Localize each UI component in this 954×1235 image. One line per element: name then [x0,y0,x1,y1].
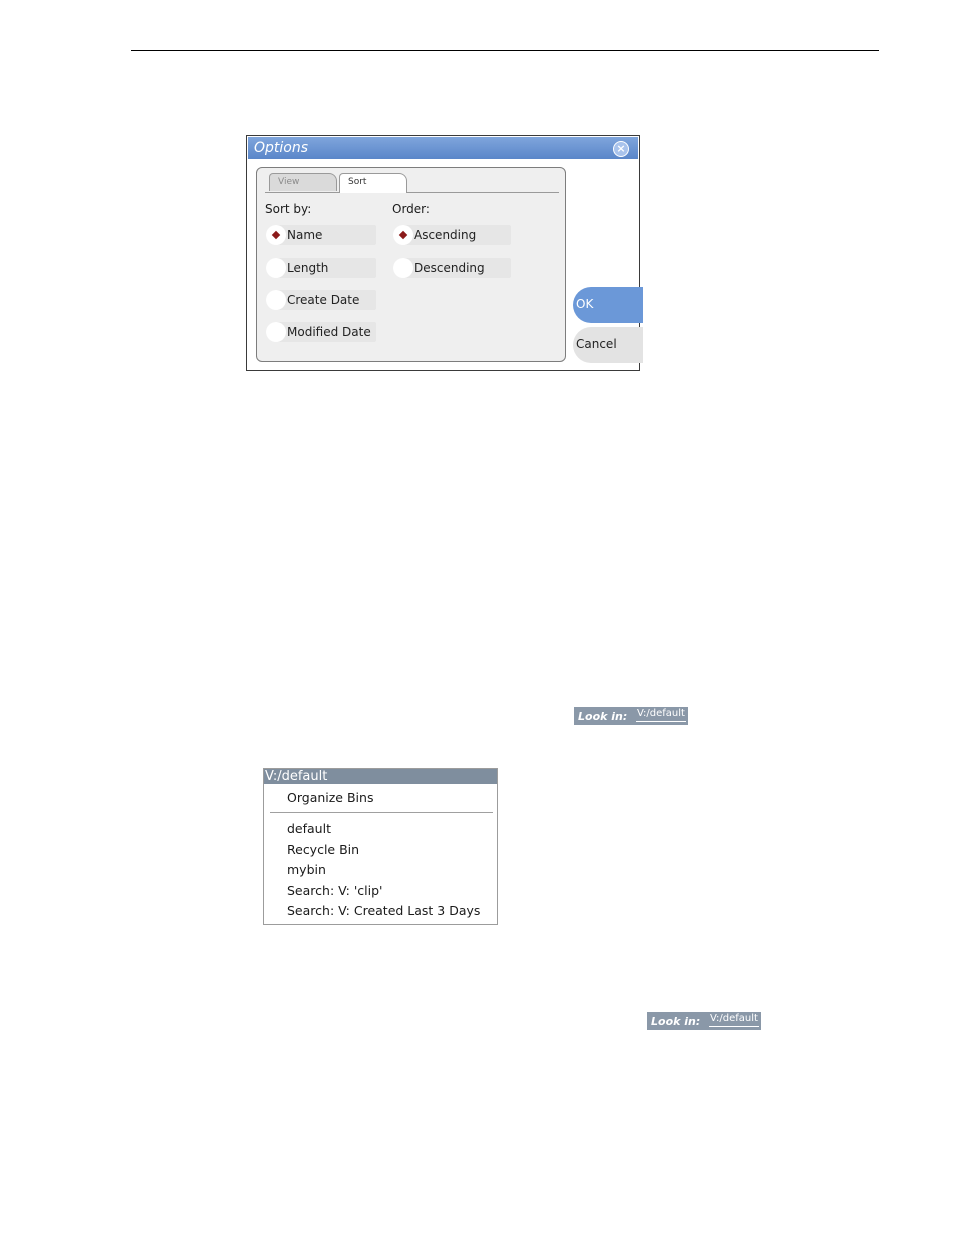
radio-icon[interactable] [266,258,286,278]
menu-separator [270,812,493,813]
radio-icon[interactable] [266,322,286,342]
radio-icon[interactable] [266,290,286,310]
option-label: Length [287,261,329,275]
ok-button[interactable]: OK [573,287,643,323]
option-label: Descending [414,261,485,275]
dialog-title: Options [254,140,309,156]
options-panel: View Sort Sort by: Order: Name Length Cr… [256,167,566,362]
sort-create-date-option[interactable]: Create Date [266,290,376,310]
menu-item-search-clip[interactable]: Search: V: 'clip' [287,883,382,898]
order-descending-option[interactable]: Descending [393,258,511,278]
order-ascending-option[interactable]: Ascending [393,225,511,245]
look-in-value[interactable]: V:/default [710,1013,758,1024]
menu-item-default[interactable]: default [287,821,331,836]
tab-strip: View Sort [265,173,559,193]
option-label: Ascending [414,228,477,242]
bin-dropdown-menu: V:/default Organize Bins default Recycle… [263,768,498,925]
option-label: Create Date [287,293,360,307]
cancel-button[interactable]: Cancel [573,327,643,363]
look-in-dropdown[interactable]: Look in: V:/default [574,707,688,725]
bin-menu-header[interactable]: V:/default [264,769,497,784]
sort-by-label: Sort by: [265,202,312,216]
option-label: Name [287,228,323,242]
menu-item-organize-bins[interactable]: Organize Bins [287,790,373,805]
menu-item-search-created-last-3-days[interactable]: Search: V: Created Last 3 Days [287,903,480,918]
look-in-underline [709,1026,759,1027]
options-dialog: Options × View Sort Sort by: Order: Name… [246,135,643,371]
order-label: Order: [392,202,430,216]
look-in-value[interactable]: V:/default [637,708,685,719]
page-header-rule [131,50,879,51]
radio-icon[interactable] [393,258,413,278]
look-in-label: Look in: [578,710,628,723]
close-icon[interactable]: × [613,141,629,157]
radio-selected-icon[interactable] [393,225,413,245]
tab-view[interactable]: View [269,173,337,191]
menu-item-mybin[interactable]: mybin [287,862,326,877]
look-in-dropdown[interactable]: Look in: V:/default [647,1012,761,1030]
sort-modified-date-option[interactable]: Modified Date [266,322,376,342]
tab-sort[interactable]: Sort [339,173,407,193]
dialog-title-bar: Options × [248,137,638,159]
sort-name-option[interactable]: Name [266,225,376,245]
look-in-label: Look in: [651,1015,701,1028]
radio-selected-icon[interactable] [266,225,286,245]
sort-length-option[interactable]: Length [266,258,376,278]
menu-item-recycle-bin[interactable]: Recycle Bin [287,842,359,857]
look-in-underline [636,721,686,722]
option-label: Modified Date [287,325,371,339]
